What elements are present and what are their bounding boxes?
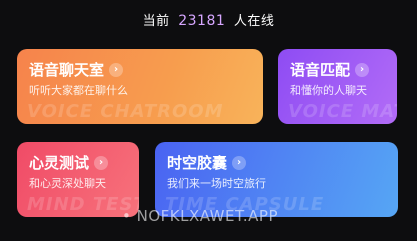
voice-match-subtitle: 和懂你的人聊天 bbox=[290, 84, 367, 97]
online-count: 23181 bbox=[178, 13, 226, 29]
time-capsule-card[interactable]: 时空胶囊 › 我们来一场时空旅行 TIME CAPSULE bbox=[155, 142, 398, 217]
home-screen: 当前 23181 人在线 语音聊天室 › 听听大家都在聊什么 VOICE CHA… bbox=[0, 0, 417, 241]
card-title-row: 语音匹配 › bbox=[290, 59, 370, 80]
mind-test-card[interactable]: 心灵测试 › 和心灵深处聊天 MIND TEST bbox=[17, 142, 139, 217]
chevron-right-icon: › bbox=[109, 62, 124, 77]
time-capsule-title: 时空胶囊 bbox=[167, 154, 228, 172]
voice-match-title: 语音匹配 bbox=[290, 61, 351, 79]
card-title-row: 语音聊天室 › bbox=[29, 59, 124, 80]
voice-chatroom-card[interactable]: 语音聊天室 › 听听大家都在聊什么 VOICE CHATROOM bbox=[17, 49, 263, 124]
online-prefix: 当前 bbox=[142, 14, 170, 29]
voice-match-watermark: VOICE MATCH bbox=[288, 101, 397, 122]
voice-chatroom-watermark: VOICE CHATROOM bbox=[27, 101, 224, 122]
card-title-row: 心灵测试 › bbox=[29, 152, 109, 173]
time-capsule-subtitle: 我们来一场时空旅行 bbox=[167, 177, 266, 190]
voice-chatroom-title: 语音聊天室 bbox=[29, 61, 105, 79]
chevron-right-icon: › bbox=[232, 155, 247, 170]
chevron-right-icon: › bbox=[355, 62, 370, 77]
voice-match-card[interactable]: 语音匹配 › 和懂你的人聊天 VOICE MATCH bbox=[278, 49, 397, 124]
card-title-row: 时空胶囊 › bbox=[167, 152, 247, 173]
mind-test-title: 心灵测试 bbox=[29, 154, 90, 172]
online-suffix: 人在线 bbox=[233, 14, 275, 29]
voice-chatroom-subtitle: 听听大家都在聊什么 bbox=[29, 84, 128, 97]
site-watermark: • NOFKLXAWET.APP bbox=[122, 207, 278, 225]
online-status: 当前 23181 人在线 bbox=[0, 10, 417, 29]
chevron-right-icon: › bbox=[94, 155, 109, 170]
mind-test-subtitle: 和心灵深处聊天 bbox=[29, 177, 106, 190]
